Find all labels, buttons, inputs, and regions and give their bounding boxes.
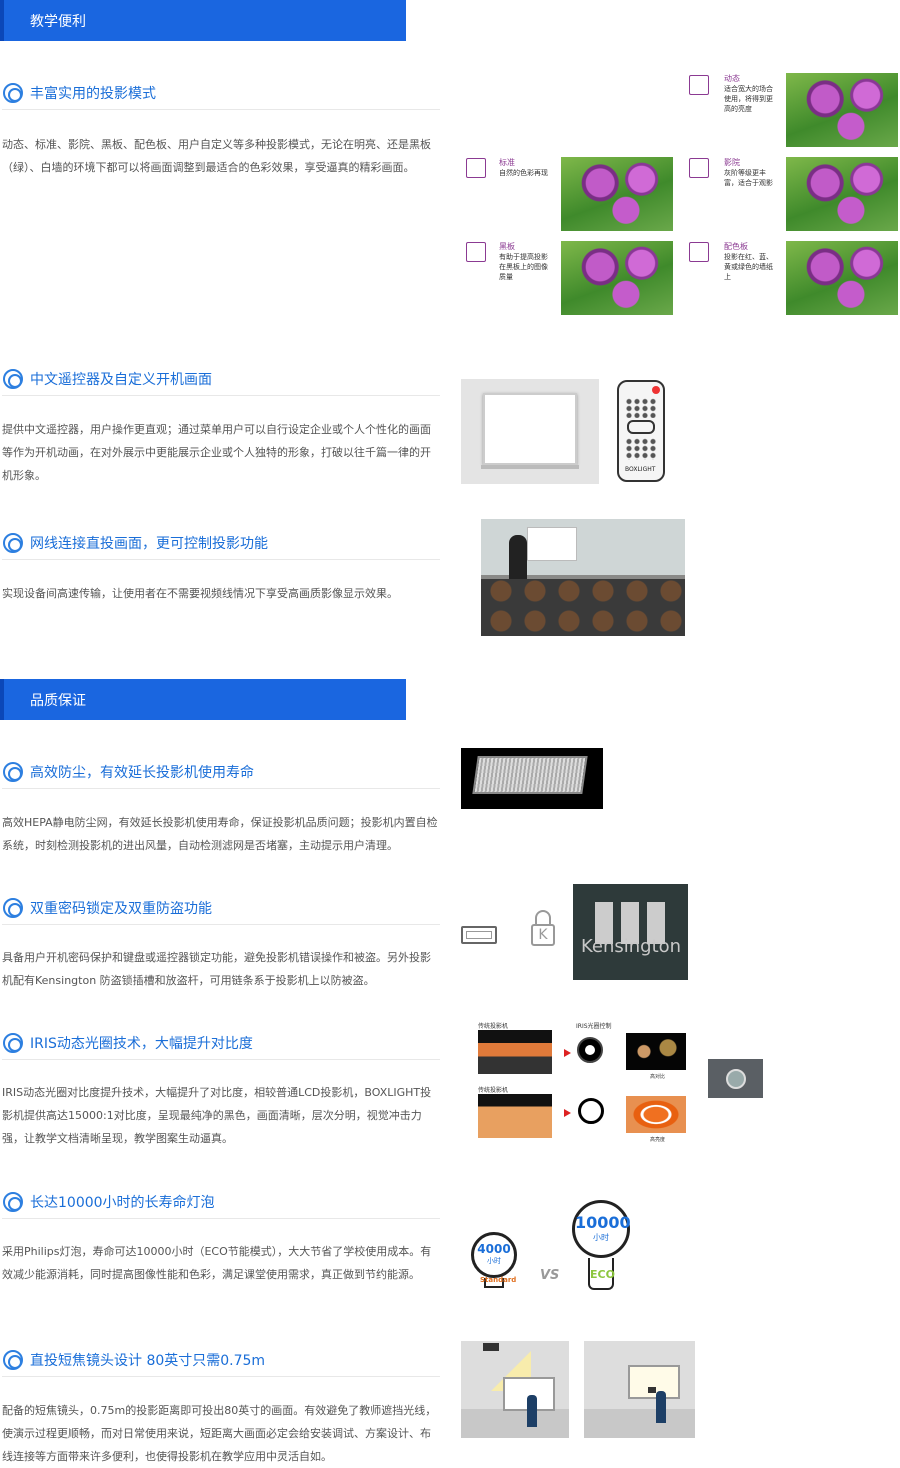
mode-blackboard-title: 黑板 (499, 242, 515, 251)
circle-icon (3, 533, 23, 553)
circle-icon (3, 1192, 23, 1212)
classroom-photo (481, 519, 685, 636)
mode-standard-image (561, 157, 673, 231)
standard-unit: 小时 (487, 1257, 501, 1265)
section-text-security: 具备用户开机密码保护和键盘或遥控器锁定功能，避免投影机错误操作和被盗。另外投影机… (2, 951, 431, 987)
section-heading: 双重密码锁定及双重防盗功能 (30, 901, 212, 917)
section-heading: 高效防尘，有效延长投影机使用寿命 (30, 765, 254, 781)
section-title-network: 网线连接直投画面，更可控制投影功能 (2, 530, 440, 560)
circle-icon (3, 1350, 23, 1370)
mode-cinema-icon (689, 158, 709, 178)
iris-high-brightness-image (626, 1096, 686, 1133)
slot-icon (461, 926, 497, 944)
mode-standard-title: 标准 (499, 158, 515, 167)
kensington-lock-photo: Kensington (573, 884, 688, 980)
section-heading: IRIS动态光圈技术，大幅提升对比度 (30, 1036, 253, 1052)
remote-brand-label: BOXLIGHT (625, 466, 656, 473)
band-title: 教学便利 (30, 14, 86, 30)
section-band-teaching: 教学便利 (0, 0, 406, 41)
section-title-security: 双重密码锁定及双重防盗功能 (2, 895, 440, 925)
remote-control-image: BOXLIGHT (617, 380, 665, 482)
section-text-projection-modes: 动态、标准、影院、黑板、配色板、用户自定义等多种投影模式，无论在明亮、还是黑板（… (2, 138, 431, 174)
circle-icon (3, 762, 23, 782)
short-throw-illustration-2 (584, 1341, 695, 1438)
mode-cinema-title: 影院 (724, 158, 740, 167)
mode-colorboard-desc: 投影在红、蓝、黄或绿色的墙纸上 (724, 253, 773, 281)
section-heading: 直投短焦镜头设计 80英寸只需0.75m (30, 1353, 266, 1369)
mode-blackboard-icon (466, 242, 486, 262)
section-title-short-throw: 直投短焦镜头设计 80英寸只需0.75m (2, 1347, 440, 1377)
circle-icon (3, 898, 23, 918)
iris-lens-image (708, 1059, 763, 1098)
section-band-quality: 品质保证 (0, 679, 406, 720)
kensington-lock-icon: K (530, 910, 556, 946)
mode-dynamic-desc: 适合宽大的场合使用，将得到更高的亮度 (724, 85, 773, 113)
eco-hours: 10000 (575, 1213, 631, 1232)
section-text-iris: IRIS动态光圈对比度提升技术，大幅提升了对比度，相较普通LCD投影机，BOXL… (2, 1086, 432, 1145)
mode-dynamic-icon (689, 75, 709, 95)
iris-control-label: IRIS光圈控制 (576, 1023, 612, 1030)
section-title-lamp: 长达10000小时的长寿命灯泡 (2, 1189, 440, 1219)
eco-unit: 小时 (593, 1233, 609, 1242)
iris-high-contrast-label: 高对比 (650, 1074, 666, 1080)
section-text-dustproof: 高效HEPA静电防尘网，有效延长投影机使用寿命，保证投影机品质问题；投影机内置自… (2, 816, 438, 852)
iris-high-contrast-image (626, 1033, 686, 1070)
circle-icon (3, 369, 23, 389)
standard-bulb-icon: 4000 小时 (471, 1232, 517, 1278)
mode-colorboard-icon (689, 242, 709, 262)
section-text-short-throw: 配备的短焦镜头，0.75m的投影距离即可投出80英寸的画面。有效避免了教师遮挡光… (2, 1404, 437, 1463)
mode-standard-desc: 自然的色彩再现 (499, 169, 548, 177)
mode-standard-icon (466, 158, 486, 178)
mode-colorboard-title: 配色板 (724, 242, 748, 251)
mode-blackboard-image (561, 241, 673, 315)
mode-cinema-desc: 灰阶等级更丰富，适合于观影 (724, 169, 773, 187)
short-throw-illustration-1 (461, 1341, 569, 1438)
filter-image (461, 748, 603, 809)
mode-colorboard-image (786, 241, 898, 315)
section-title-iris: IRIS动态光圈技术，大幅提升对比度 (2, 1030, 440, 1060)
arrow-right-icon (564, 1109, 571, 1117)
standard-label: Standard (480, 1276, 517, 1284)
iris-normal-image-top (478, 1030, 552, 1074)
mode-cinema-image (786, 157, 898, 231)
section-title-remote: 中文遥控器及自定义开机画面 (2, 366, 440, 396)
kensington-brand-label: Kensington (581, 936, 682, 957)
section-heading: 丰富实用的投影模式 (30, 86, 156, 102)
section-heading: 网线连接直投画面，更可控制投影功能 (30, 536, 268, 552)
mode-blackboard-desc: 有助于提高投影在黑板上的图像质量 (499, 253, 548, 281)
section-heading: 长达10000小时的长寿命灯泡 (30, 1195, 215, 1211)
vs-label: VS (540, 1268, 560, 1283)
standard-hours: 4000 (477, 1242, 511, 1256)
iris-high-brightness-label: 高亮度 (650, 1137, 666, 1143)
section-title-projection-modes: 丰富实用的投影模式 (2, 80, 440, 110)
circle-icon (3, 1033, 23, 1053)
iris-aperture-large-icon (578, 1098, 604, 1124)
section-heading: 中文遥控器及自定义开机画面 (30, 372, 212, 388)
arrow-right-icon (564, 1049, 571, 1057)
section-text-network: 实现设备间高速传输，让使用者在不需要视频线情况下享受高画质影像显示效果。 (2, 587, 398, 600)
section-title-dustproof: 高效防尘，有效延长投影机使用寿命 (2, 759, 440, 789)
screen-image (461, 379, 599, 484)
mode-dynamic-image (786, 73, 898, 147)
circle-icon (3, 83, 23, 103)
iris-aperture-small-icon (577, 1037, 603, 1063)
section-text-remote: 提供中文遥控器，用户操作更直观；通过菜单用户可以自行设定企业或个人个性化的画面等… (2, 423, 431, 482)
eco-label: ECO (590, 1268, 615, 1281)
mode-dynamic-title: 动态 (724, 74, 740, 83)
band-title: 品质保证 (30, 693, 86, 709)
iris-normal-image-bottom (478, 1094, 552, 1138)
eco-bulb-icon: 10000 小时 (572, 1200, 631, 1258)
section-text-lamp: 采用Philips灯泡，寿命可达10000小时（ECO节能模式），大大节省了学校… (2, 1245, 432, 1281)
